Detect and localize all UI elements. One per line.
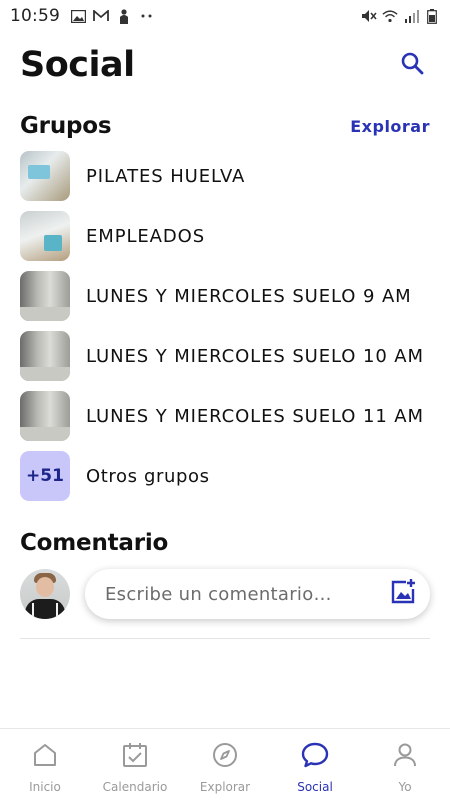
group-label: PILATES HUELVA xyxy=(86,165,246,187)
group-item-pilates-huelva[interactable]: PILATES HUELVA xyxy=(20,146,430,206)
header: Social xyxy=(20,40,430,90)
group-label: LUNES Y MIERCOLES SUELO 11 AM xyxy=(86,405,424,427)
divider xyxy=(20,638,430,639)
nav-item-inicio[interactable]: Inicio xyxy=(0,729,90,800)
image-icon xyxy=(70,8,86,24)
search-icon xyxy=(400,51,424,79)
comment-section-header: Comentario xyxy=(20,526,430,560)
comment-input[interactable] xyxy=(105,583,388,605)
add-photo-icon xyxy=(389,578,417,610)
battery-icon xyxy=(424,8,440,24)
avatar xyxy=(20,569,70,619)
mute-icon xyxy=(361,8,377,24)
group-list: PILATES HUELVA EMPLEADOS LUNES Y MIERCOL… xyxy=(20,146,430,506)
silhouette-icon xyxy=(116,8,132,24)
nav-label: Social xyxy=(297,780,333,794)
home-icon xyxy=(31,741,59,769)
group-label: LUNES Y MIERCOLES SUELO 9 AM xyxy=(86,285,412,307)
nav-label: Explorar xyxy=(199,780,251,794)
group-thumbnail xyxy=(20,271,70,321)
other-groups-count-badge: +51 xyxy=(20,451,70,501)
person-icon xyxy=(391,741,419,769)
chat-bubble-icon xyxy=(301,741,329,769)
nav-item-yo[interactable]: Yo xyxy=(360,729,450,800)
groups-title: Grupos xyxy=(20,113,112,139)
comment-title: Comentario xyxy=(20,530,169,556)
status-time: 10:59 xyxy=(10,6,60,26)
nav-label: Yo xyxy=(398,780,412,794)
explore-groups-link[interactable]: Explorar xyxy=(350,117,430,136)
nav-item-calendario[interactable]: Calendario xyxy=(90,729,180,800)
group-item-empleados[interactable]: EMPLEADOS xyxy=(20,206,430,266)
notification-icons xyxy=(70,8,155,24)
other-groups-item[interactable]: +51 Otros grupos xyxy=(20,446,430,506)
groups-section-header: Grupos Explorar xyxy=(20,108,430,144)
bottom-nav: Inicio Calendario Explorar Social Yo xyxy=(0,728,450,800)
nav-label: Calendario xyxy=(102,780,168,794)
gmail-icon xyxy=(93,8,109,24)
group-item-suelo-11am[interactable]: LUNES Y MIERCOLES SUELO 11 AM xyxy=(20,386,430,446)
signal-icon xyxy=(403,8,419,24)
group-label: EMPLEADOS xyxy=(86,225,206,247)
comment-composer xyxy=(20,568,430,620)
page-title: Social xyxy=(20,45,135,85)
other-groups-label: Otros grupos xyxy=(86,465,210,487)
calendar-check-icon xyxy=(121,741,149,769)
status-bar: 10:59 xyxy=(0,0,450,32)
comment-input-container xyxy=(85,569,430,619)
nav-item-explorar[interactable]: Explorar xyxy=(180,729,270,800)
compass-icon xyxy=(211,741,239,769)
group-thumbnail xyxy=(20,391,70,441)
more-dots-icon xyxy=(139,8,155,24)
group-label: LUNES Y MIERCOLES SUELO 10 AM xyxy=(86,345,424,367)
group-item-suelo-9am[interactable]: LUNES Y MIERCOLES SUELO 9 AM xyxy=(20,266,430,326)
group-item-suelo-10am[interactable]: LUNES Y MIERCOLES SUELO 10 AM xyxy=(20,326,430,386)
group-thumbnail xyxy=(20,331,70,381)
search-button[interactable] xyxy=(394,47,430,83)
group-thumbnail xyxy=(20,211,70,261)
nav-item-social[interactable]: Social xyxy=(270,729,360,800)
wifi-icon xyxy=(382,8,398,24)
system-icons xyxy=(361,8,440,24)
add-photo-button[interactable] xyxy=(388,579,418,609)
group-thumbnail xyxy=(20,151,70,201)
nav-label: Inicio xyxy=(29,780,61,794)
